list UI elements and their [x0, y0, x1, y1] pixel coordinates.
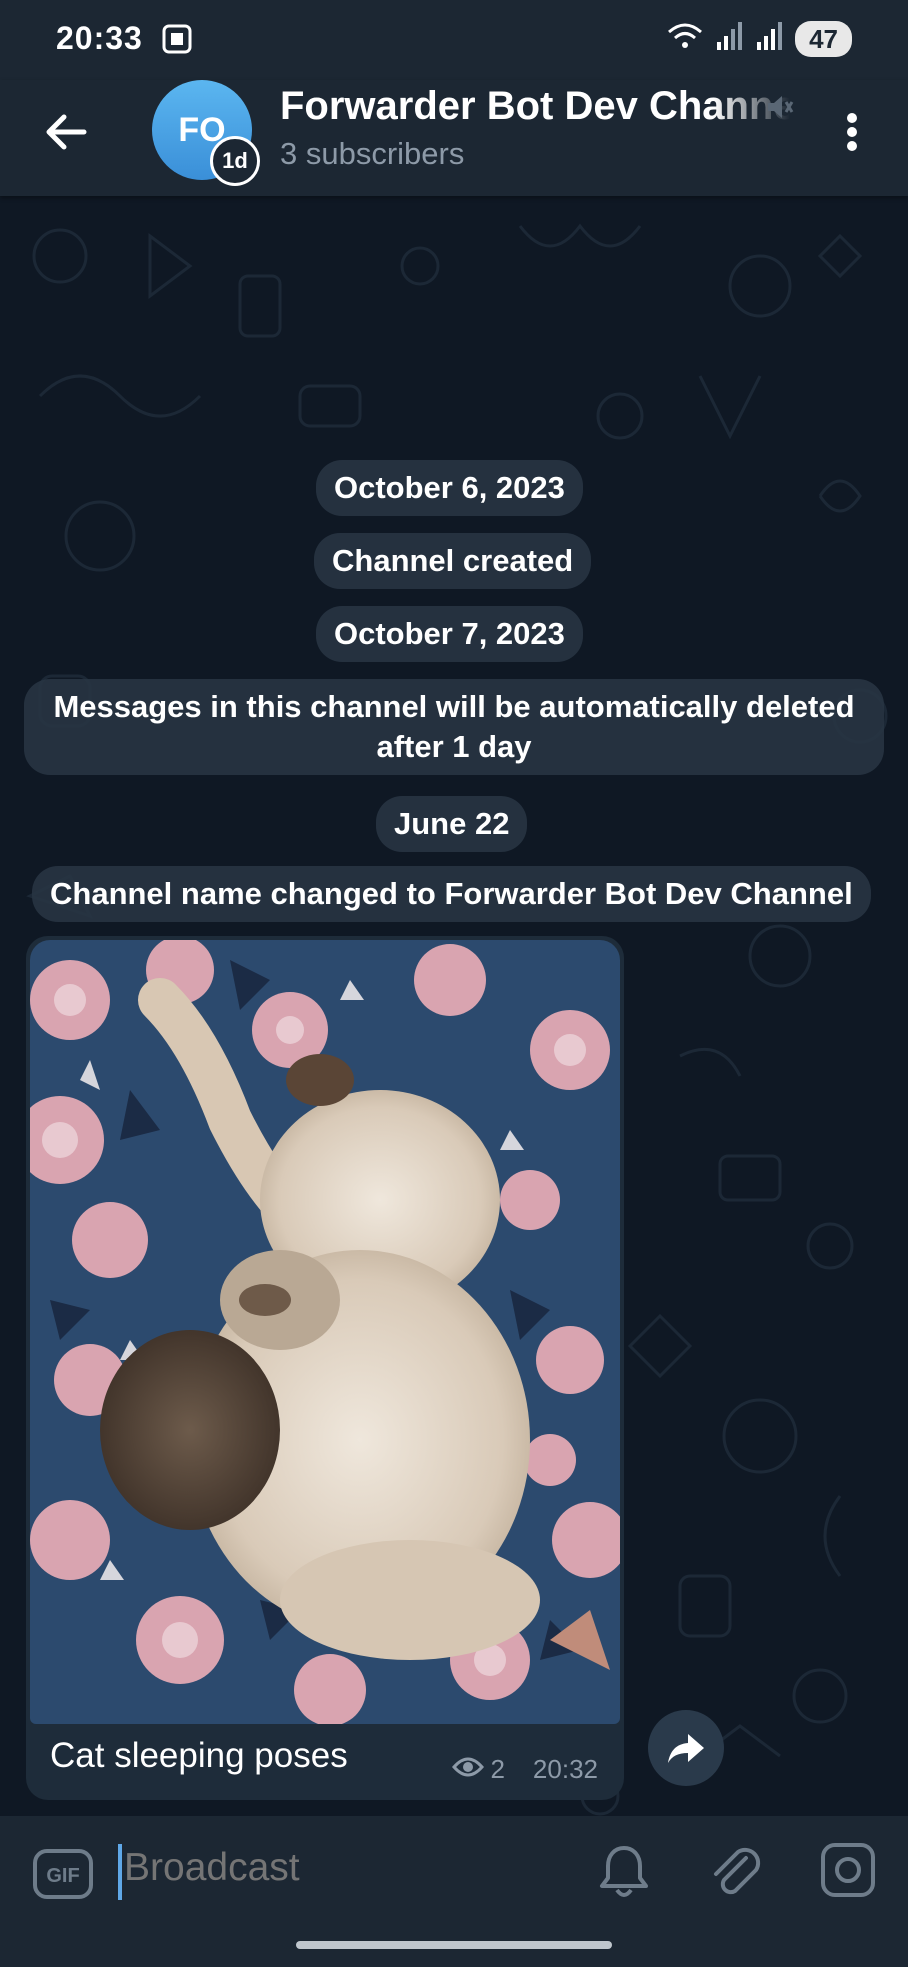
status-time: 20:33 — [56, 20, 143, 56]
paperclip-icon — [714, 1847, 761, 1895]
subscriber-count: 3 subscribers — [280, 136, 465, 171]
view-count: 2 — [490, 1754, 505, 1784]
service-message-channel-created: Channel created — [314, 533, 592, 589]
eye-icon — [452, 1754, 485, 1785]
signal-icon — [755, 20, 785, 57]
screen-record-icon — [160, 22, 194, 61]
composer-bar: GIF — [0, 1816, 908, 1931]
text-cursor — [118, 1844, 122, 1900]
silent-broadcast-toggle[interactable] — [596, 1842, 652, 1907]
system-nav-bar — [0, 1931, 908, 1967]
more-options-button[interactable] — [836, 104, 868, 160]
date-separator: October 7, 2023 — [316, 606, 583, 662]
forward-button[interactable] — [648, 1710, 724, 1786]
date-separator: June 22 — [376, 796, 528, 852]
chat-header: FO 1d Forwarder Bot Dev Channel 3 subscr… — [0, 80, 908, 196]
channel-post[interactable]: Cat sleeping poses 2 20:32 — [26, 936, 624, 1800]
gif-icon: GIF — [33, 1849, 93, 1899]
date-separator: October 6, 2023 — [316, 460, 583, 516]
wifi-icon — [665, 20, 705, 57]
message-meta: 2 20:32 — [452, 1754, 598, 1785]
cat-photo[interactable] — [30, 940, 620, 1724]
status-bar: 20:33 47 — [0, 0, 908, 80]
signal-icon — [715, 20, 745, 57]
auto-delete-timer-badge: 1d — [210, 136, 260, 186]
forward-icon — [668, 1734, 704, 1763]
message-time: 20:32 — [532, 1754, 598, 1784]
mute-icon — [764, 92, 794, 127]
svg-text:GIF: GIF — [46, 1865, 79, 1887]
attach-button[interactable] — [706, 1840, 766, 1905]
message-caption: Cat sleeping poses — [50, 1736, 348, 1775]
home-indicator[interactable] — [296, 1941, 612, 1949]
gif-button[interactable]: GIF — [32, 1848, 94, 1905]
more-vert-icon — [847, 113, 857, 151]
photo-image — [30, 940, 620, 1724]
service-message-name-changed: Channel name changed to Forwarder Bot De… — [32, 866, 871, 922]
channel-title[interactable]: Forwarder Bot Dev Channel — [280, 84, 790, 129]
back-button[interactable] — [38, 104, 94, 160]
bell-icon — [600, 1846, 648, 1897]
back-arrow-icon — [46, 114, 87, 150]
camera-icon — [821, 1843, 875, 1897]
camera-button[interactable] — [818, 1840, 878, 1905]
battery-icon: 47 — [795, 20, 852, 57]
message-input[interactable] — [124, 1846, 564, 1890]
service-message-auto-delete: Messages in this channel will be automat… — [24, 679, 884, 775]
